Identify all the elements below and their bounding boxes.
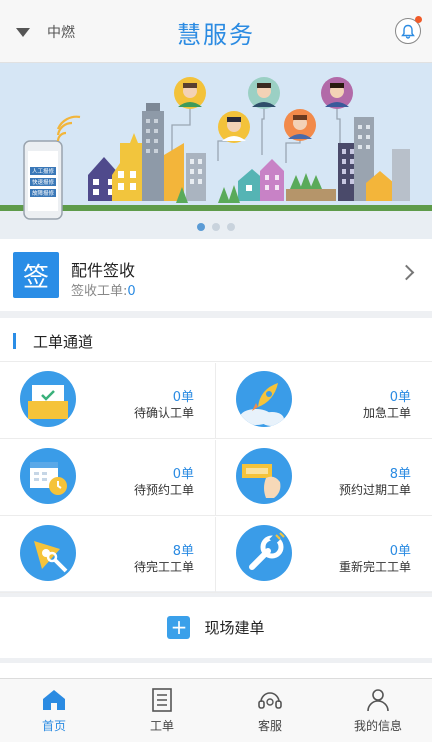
channel-label: 待完工工单 bbox=[133, 560, 194, 574]
channel-count: 8单 bbox=[172, 544, 194, 559]
channel-count: 0单 bbox=[172, 390, 194, 405]
promo-banner[interactable]: 人工报修 快速报修 故障报修 bbox=[0, 63, 432, 239]
section-accent-bar bbox=[13, 333, 16, 349]
tools-icon bbox=[20, 525, 76, 581]
channel-label: 待确认工单 bbox=[133, 406, 194, 420]
channel-pending-appointment[interactable]: 0单 待预约工单 bbox=[0, 440, 216, 516]
tab-label: 工单 bbox=[149, 719, 174, 733]
home-icon bbox=[43, 690, 65, 710]
profile-icon bbox=[367, 689, 389, 712]
section-header: 工单通道 bbox=[0, 318, 432, 362]
channel-label: 预约过期工单 bbox=[338, 483, 411, 497]
app-title: 慧服务 bbox=[177, 21, 255, 49]
tab-home[interactable]: 首页 bbox=[0, 679, 108, 742]
channel-appointment-expired[interactable]: 8单 预约过期工单 bbox=[216, 440, 432, 516]
channel-count: 0单 bbox=[389, 544, 411, 559]
notification-dot bbox=[415, 16, 422, 23]
carousel-dot[interactable] bbox=[227, 223, 235, 231]
create-onsite-order-button[interactable]: + 现场建单 bbox=[0, 597, 432, 658]
tab-label: 客服 bbox=[257, 719, 282, 733]
bottom-tab-bar: 首页 工单 客服 我的信息 bbox=[0, 678, 432, 742]
order-channels-section: 工单通道 0单 待确认工单 0单 加急工单 0单 待预约工单 8单 预约过期工单… bbox=[0, 318, 432, 593]
carousel-dot[interactable] bbox=[212, 223, 220, 231]
top-header: 中燃 慧服务 bbox=[0, 0, 432, 63]
channel-count: 8单 bbox=[389, 467, 411, 482]
expired-tag-icon bbox=[236, 448, 292, 504]
tab-label: 我的信息 bbox=[353, 719, 402, 733]
confirm-order-icon bbox=[20, 371, 76, 427]
order-icon bbox=[152, 688, 172, 712]
calendar-clock-icon bbox=[20, 448, 76, 504]
receive-count: 0 bbox=[127, 284, 136, 299]
receive-count-label: 签收工单: bbox=[71, 284, 128, 299]
tab-label: 首页 bbox=[41, 719, 66, 733]
phone-menu-item: 快速报修 bbox=[32, 178, 55, 186]
channel-label: 加急工单 bbox=[362, 406, 411, 420]
tab-service[interactable]: 客服 bbox=[216, 679, 324, 742]
carousel-indicator[interactable] bbox=[0, 223, 432, 231]
content-divider bbox=[0, 663, 432, 678]
section-title: 工单通道 bbox=[33, 333, 94, 351]
channel-count: 0单 bbox=[172, 467, 194, 482]
tab-orders[interactable]: 工单 bbox=[108, 679, 216, 742]
sign-icon: 签 bbox=[13, 252, 59, 298]
channel-reopen-completion[interactable]: 0单 重新完工工单 bbox=[216, 517, 432, 593]
carousel-dot[interactable] bbox=[197, 223, 205, 231]
headset-icon bbox=[258, 692, 282, 709]
chevron-right-icon bbox=[398, 264, 415, 281]
channel-count: 0单 bbox=[389, 390, 411, 405]
tab-my-info[interactable]: 我的信息 bbox=[324, 679, 432, 742]
plus-icon: + bbox=[167, 616, 191, 639]
receive-title: 配件签收 bbox=[71, 261, 136, 280]
rocket-icon bbox=[236, 371, 292, 427]
receive-subtitle: 签收工单:0 bbox=[71, 280, 136, 299]
channel-label: 重新完工工单 bbox=[338, 560, 411, 574]
phone-menu-item: 故障报修 bbox=[32, 189, 55, 197]
channel-pending-confirm[interactable]: 0单 待确认工单 bbox=[0, 363, 216, 439]
wrench-icon bbox=[236, 525, 292, 581]
channel-label: 待预约工单 bbox=[133, 483, 194, 497]
channel-urgent[interactable]: 0单 加急工单 bbox=[216, 363, 432, 439]
parts-receive-card[interactable]: 签 配件签收 签收工单:0 bbox=[0, 239, 432, 311]
phone-menu-item: 人工报修 bbox=[32, 167, 55, 175]
channel-pending-completion[interactable]: 8单 待完工工单 bbox=[0, 517, 216, 593]
create-order-label: 现场建单 bbox=[204, 619, 265, 637]
city-illustration: 人工报修 快速报修 故障报修 bbox=[0, 77, 432, 239]
bell-icon bbox=[401, 24, 415, 39]
notification-button[interactable] bbox=[395, 16, 422, 44]
